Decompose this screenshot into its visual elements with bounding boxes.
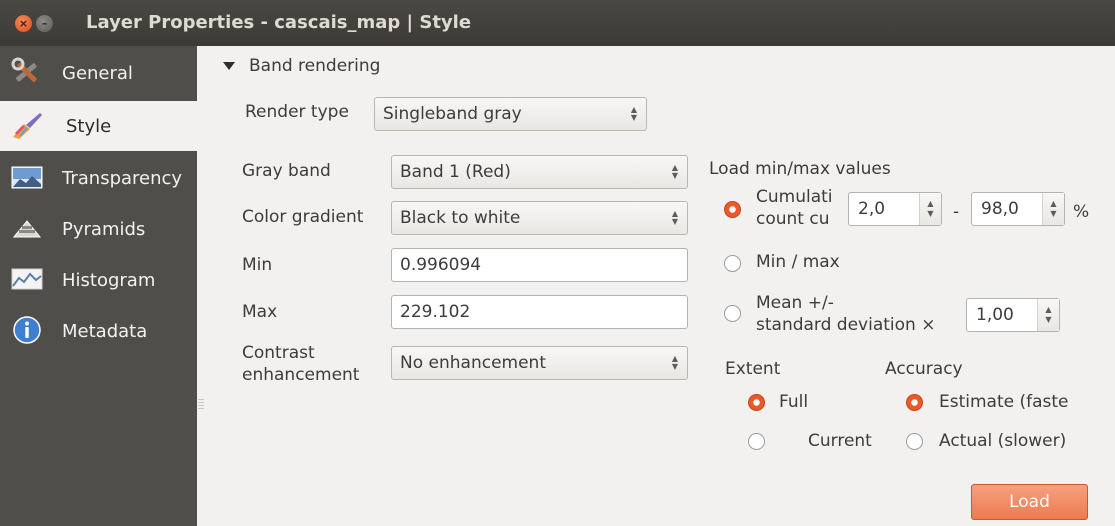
extent-heading: Extent <box>725 359 781 379</box>
color-gradient-label: Color gradient <box>242 207 364 227</box>
spin-arrows-icon[interactable]: ▲ ▼ <box>1042 193 1064 225</box>
layer-properties-window: × – Layer Properties - cascais_map | Sty… <box>0 0 1115 526</box>
band-rendering-toggle[interactable]: Band rendering <box>223 56 380 76</box>
contrast-label: Contrast enhancement <box>242 342 359 386</box>
contrast-enhancement-combo[interactable]: No enhancement ▲ ▼ <box>391 346 688 380</box>
contrast-value: No enhancement <box>400 353 546 373</box>
close-icon: × <box>18 17 29 30</box>
window-title: Layer Properties - cascais_map | Style <box>86 12 472 33</box>
sidebar: General Style Transparency Pyramids Hist… <box>0 46 197 526</box>
sidebar-item-style[interactable]: Style <box>0 101 197 151</box>
accuracy-actual-label: Actual (slower) <box>939 431 1067 451</box>
sidebar-item-histogram[interactable]: Histogram <box>0 255 197 305</box>
collapse-triangle-icon <box>223 62 235 70</box>
mean-stddev-radio[interactable] <box>724 305 741 322</box>
combo-arrows-icon: ▲ ▼ <box>671 354 679 371</box>
mean-line1: Mean +/- <box>756 293 834 313</box>
combo-arrows-icon: ▲ ▼ <box>671 163 679 180</box>
min-max-label: Min / max <box>756 252 840 272</box>
cumulative-low-value: 2,0 <box>858 199 886 219</box>
sidebar-item-metadata[interactable]: Metadata <box>0 306 197 356</box>
contrast-label-line2: enhancement <box>242 365 360 385</box>
max-label: Max <box>242 302 278 322</box>
extent-full-label: Full <box>779 392 809 412</box>
sidebar-item-label: General <box>62 63 133 84</box>
sidebar-item-label: Transparency <box>62 168 183 189</box>
percent-label: % <box>1073 202 1090 222</box>
extent-full-radio[interactable] <box>748 394 765 411</box>
mean-line2: standard deviation × <box>756 315 936 335</box>
gray-band-value: Band 1 (Red) <box>400 162 511 182</box>
render-type-combo[interactable]: Singleband gray ▲ ▼ <box>374 97 647 131</box>
min-label: Min <box>242 255 273 275</box>
cumulative-high-value: 98,0 <box>981 199 1019 219</box>
histogram-icon <box>11 268 43 290</box>
max-input[interactable]: 229.102 <box>391 295 688 329</box>
range-dash: - <box>953 202 960 222</box>
extent-current-radio[interactable] <box>748 433 765 450</box>
cumulative-low-spinbox[interactable]: 2,0 ▲ ▼ <box>848 192 942 226</box>
style-panel: Band rendering Render type Singleband gr… <box>207 46 1115 526</box>
close-window-button[interactable]: × <box>15 15 32 32</box>
accuracy-heading: Accuracy <box>885 359 963 379</box>
color-gradient-value: Black to white <box>400 208 521 228</box>
accuracy-estimate-label: Estimate (faste <box>939 392 1069 412</box>
combo-arrows-icon: ▲ ▼ <box>630 105 638 122</box>
grip-icon <box>198 399 204 411</box>
pyramid-icon <box>12 220 42 238</box>
render-type-value: Singleband gray <box>383 104 522 124</box>
sidebar-item-general[interactable]: General <box>0 48 197 98</box>
render-type-label: Render type <box>245 102 349 122</box>
combo-arrows-icon: ▲ ▼ <box>671 209 679 226</box>
sidebar-item-label: Pyramids <box>62 219 146 240</box>
cumulative-high-spinbox[interactable]: 98,0 ▲ ▼ <box>971 192 1065 226</box>
extent-current-label: Current <box>808 431 872 451</box>
min-max-radio[interactable] <box>724 255 741 272</box>
cumulative-line1: Cumulati <box>756 187 833 207</box>
sidebar-item-label: Histogram <box>62 270 156 291</box>
stddev-spinbox[interactable]: 1,00 ▲ ▼ <box>966 298 1060 332</box>
section-title: Band rendering <box>249 56 381 76</box>
tools-icon <box>11 57 37 83</box>
transparency-icon <box>11 166 43 189</box>
contrast-label-line1: Contrast <box>242 343 315 363</box>
gray-band-label: Gray band <box>242 161 331 181</box>
minmax-heading: Load min/max values <box>709 159 891 179</box>
title-bar: × – Layer Properties - cascais_map | Sty… <box>0 0 1115 46</box>
cumulative-line2: count cu <box>756 209 830 229</box>
spin-arrows-icon[interactable]: ▲ ▼ <box>1037 299 1059 331</box>
sidebar-item-label: Style <box>66 116 112 137</box>
stddev-value: 1,00 <box>976 305 1014 325</box>
mean-stddev-label: Mean +/- standard deviation × <box>756 292 935 336</box>
spin-arrows-icon[interactable]: ▲ ▼ <box>919 193 941 225</box>
accuracy-actual-radio[interactable] <box>906 433 923 450</box>
sidebar-item-transparency[interactable]: Transparency <box>0 153 197 203</box>
sidebar-item-pyramids[interactable]: Pyramids <box>0 204 197 254</box>
minimize-window-button[interactable]: – <box>36 15 53 32</box>
minimize-icon: – <box>41 17 48 30</box>
cumulative-count-label: Cumulati count cu <box>756 186 833 230</box>
gray-band-combo[interactable]: Band 1 (Red) ▲ ▼ <box>391 155 688 189</box>
accuracy-estimate-radio[interactable] <box>906 394 923 411</box>
cumulative-count-radio[interactable] <box>724 201 741 218</box>
color-gradient-combo[interactable]: Black to white ▲ ▼ <box>391 201 688 235</box>
splitter-handle[interactable] <box>197 46 207 526</box>
sidebar-item-label: Metadata <box>62 321 148 342</box>
paintbrush-icon <box>13 113 42 139</box>
load-button[interactable]: Load <box>971 484 1088 520</box>
info-icon <box>13 316 41 344</box>
min-input[interactable]: 0.996094 <box>391 248 688 282</box>
